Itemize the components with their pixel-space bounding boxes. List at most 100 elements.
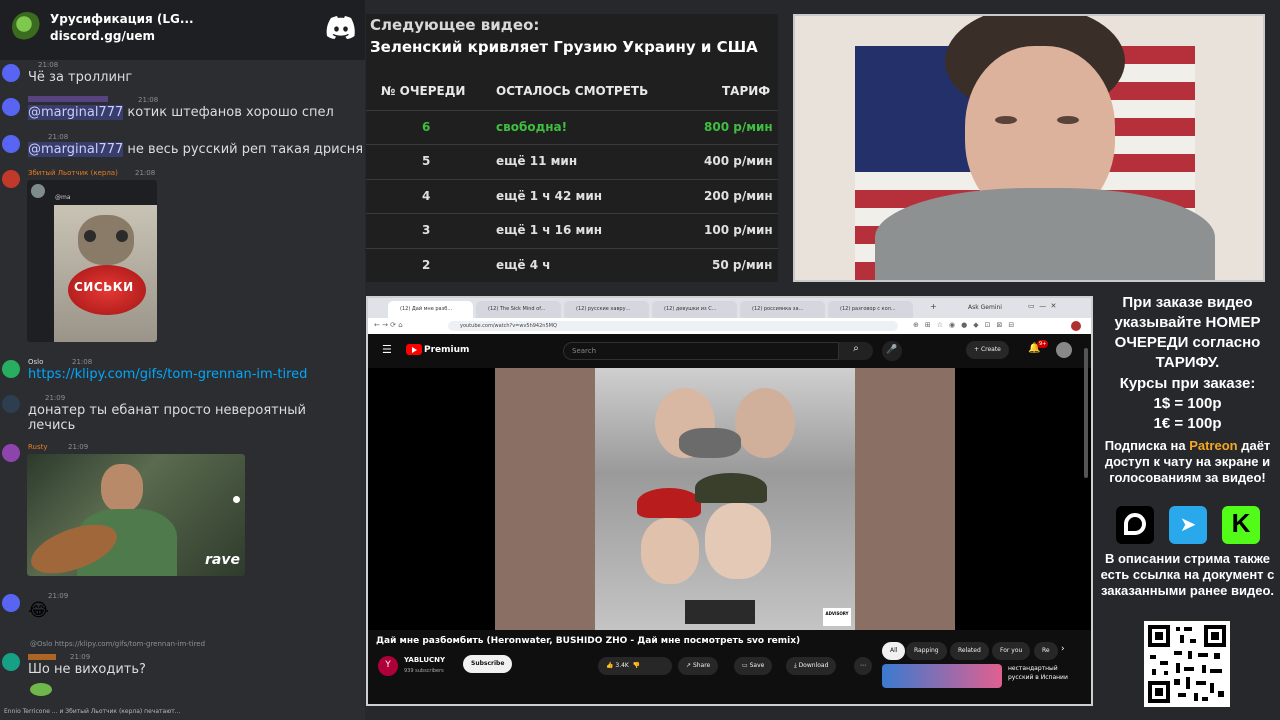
browser-tab[interactable]: (12) Дай мне разб... — [388, 301, 473, 318]
save-button[interactable]: ▭ Save — [734, 657, 773, 675]
username[interactable]: Збитый Льотчик (керла) — [28, 169, 118, 177]
message-time: 21:08 — [138, 96, 159, 104]
avatar[interactable] — [2, 64, 20, 82]
sub-pre: Подписка на — [1104, 438, 1190, 453]
browser-tab[interactable]: (12) россиянка за... — [740, 301, 825, 318]
user-mention[interactable]: @marginal777 — [28, 105, 124, 120]
user-mention[interactable]: @marginal777 — [28, 142, 124, 157]
embed-caption: СИСЬКИ — [74, 280, 134, 294]
face — [705, 503, 771, 579]
chevron-right-icon[interactable]: › — [1061, 644, 1065, 654]
microphone-icon[interactable]: 🎤 — [882, 341, 902, 361]
patreon-icon[interactable] — [1116, 506, 1154, 544]
message-line: @marginal777 не весь русский реп такая д… — [28, 142, 363, 157]
url-field[interactable]: youtube.com/watch?v=wv5h942n5MQ — [448, 321, 898, 331]
telegram-icon[interactable]: ➤ — [1169, 506, 1207, 544]
message-text: не весь русский реп такая дрисня — [123, 142, 364, 157]
message-time: 21:08 — [38, 61, 59, 69]
message-text: Шо не виходить? — [28, 662, 146, 677]
avatar[interactable] — [2, 653, 20, 671]
patreon-link[interactable]: Patreon — [1189, 438, 1237, 453]
eye — [1057, 116, 1079, 124]
kick-icon[interactable]: K — [1222, 506, 1260, 544]
search-icon[interactable]: ⌕ — [839, 342, 873, 360]
avatar[interactable] — [2, 360, 20, 378]
ask-gemini-button[interactable]: Ask Gemini — [968, 304, 1002, 311]
username-redacted — [28, 96, 108, 102]
queue-row: 5 ещё 11 мин 400 р/мин — [366, 145, 778, 177]
message-link[interactable]: https://klipy.com/gifs/tom-grennan-im-ti… — [28, 367, 307, 382]
chip-all[interactable]: All — [882, 642, 906, 660]
avatar[interactable] — [1056, 342, 1072, 358]
more-actions-button[interactable]: ⋯ — [854, 657, 872, 675]
patreon-shape — [1124, 513, 1146, 535]
create-button[interactable]: + Create — [966, 341, 1009, 359]
message-time: 21:09 — [68, 443, 89, 451]
header-time-left: ОСТАЛОСЬ СМОТРЕТЬ — [496, 84, 649, 98]
recommended-title[interactable]: нестандартный русский в Испании — [1008, 664, 1068, 682]
dislike-icon[interactable]: 👎 — [629, 662, 640, 669]
military-cap — [695, 473, 767, 503]
queue-row: 4 ещё 1 ч 42 мин 200 р/мин — [366, 180, 778, 212]
share-button[interactable]: ↗ Share — [678, 657, 719, 675]
video-player[interactable]: ADVISORY — [368, 368, 1091, 630]
browser-tab[interactable]: (12) The Sick Mind of... — [476, 301, 561, 318]
recommended-thumbnail[interactable] — [882, 664, 1002, 688]
chat-header: Урусификация (LG... discord.gg/uem — [0, 0, 365, 60]
chip-rapping[interactable]: Rapping — [906, 642, 947, 660]
username-redacted — [28, 654, 56, 660]
avatar[interactable] — [2, 444, 20, 462]
qr-code-icon[interactable] — [1144, 621, 1230, 707]
like-icon[interactable]: 👍 — [606, 662, 615, 669]
rave-logo: rave — [205, 552, 240, 568]
reply-reference[interactable]: @Oslo https://klipy.com/gifs/tom-grennan… — [30, 640, 205, 648]
create-label: Create — [980, 346, 1001, 353]
window-controls[interactable]: ▭ — ✕ — [1028, 302, 1056, 310]
browser-tab[interactable]: (12) разговор с кол... — [828, 301, 913, 318]
username[interactable]: Oslo — [28, 358, 43, 366]
server-name: Урусификация (LG... — [50, 12, 194, 26]
discord-logo-icon — [326, 16, 355, 39]
menu-icon[interactable]: ☰ — [382, 343, 392, 356]
message-time: 21:08 — [48, 133, 69, 141]
youtube-logo-icon[interactable] — [406, 344, 422, 355]
extension-icons[interactable]: ⊕⊞☆◉●◆⊡⊠⊟ — [913, 321, 1020, 329]
subscribe-button[interactable]: Subscribe — [463, 655, 513, 673]
download-button[interactable]: ⤓ Download — [786, 657, 837, 675]
avatar[interactable] — [2, 594, 20, 612]
like-dislike-group: 👍 3.4K 👎 — [598, 657, 672, 675]
video-embed[interactable]: rave — [27, 454, 245, 576]
cat-eye — [84, 230, 96, 242]
header-price: ТАРИФ — [722, 84, 771, 98]
server-invite-link[interactable]: discord.gg/uem — [50, 29, 155, 43]
embed-text: @ma — [55, 194, 71, 201]
chip-related[interactable]: Related — [950, 642, 989, 660]
channel-avatar[interactable]: Y — [378, 656, 398, 676]
avatar[interactable] — [2, 395, 20, 413]
browser-tab[interactable]: (12) русские хавру... — [564, 301, 649, 318]
chip-truncated[interactable]: Re — [1034, 642, 1058, 660]
light-dot — [233, 496, 240, 503]
browser-tab[interactable]: (12) девушки из С... — [652, 301, 737, 318]
eye — [995, 116, 1017, 124]
nav-buttons[interactable]: ← → ⟳ ⌂ — [374, 321, 403, 329]
typing-indicator: Ennio Terricone ... и Збитый Льотчик (ке… — [4, 708, 181, 715]
search-input[interactable]: Search — [563, 342, 839, 360]
avatar[interactable] — [2, 170, 20, 188]
scrollbar[interactable] — [1084, 348, 1088, 478]
download-label: Download — [798, 662, 829, 669]
header-queue-number: № ОЧЕРЕДИ — [381, 84, 466, 98]
profile-icon[interactable] — [1071, 321, 1081, 331]
video-frame: ADVISORY — [595, 368, 855, 630]
image-embed[interactable]: @ma СИСЬКИ — [27, 180, 157, 342]
chip-for-you[interactable]: For you — [992, 642, 1031, 660]
avatar[interactable] — [2, 98, 20, 116]
price: 800 р/мин — [704, 120, 773, 134]
message-text: Чё за троллинг — [28, 70, 133, 85]
subscriber-count: 939 subscribers — [404, 668, 444, 674]
username[interactable]: Rusty — [28, 443, 48, 451]
new-tab-button[interactable]: + — [930, 302, 937, 311]
channel-name[interactable]: YABLUCNY — [404, 656, 445, 664]
message-text: котик штефанов хорошо спел — [123, 105, 334, 120]
avatar[interactable] — [2, 135, 20, 153]
